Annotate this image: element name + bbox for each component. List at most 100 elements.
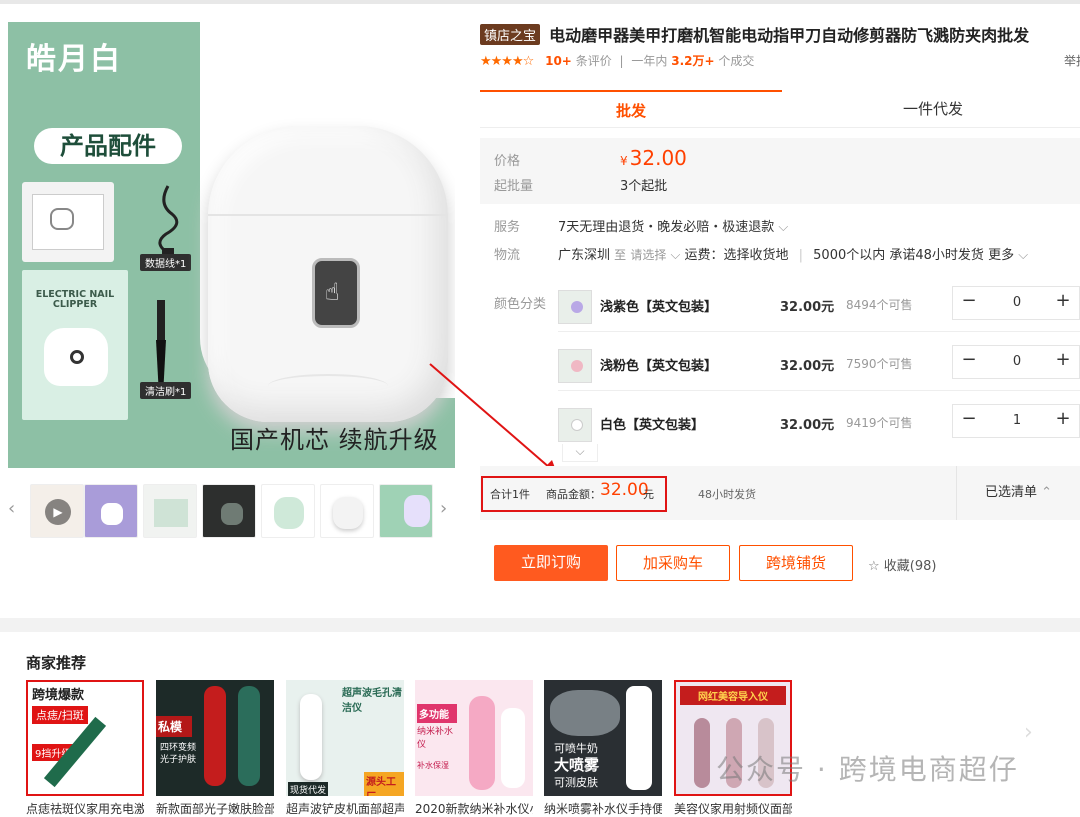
thumbnail[interactable]: [379, 484, 433, 538]
sku-price: 32.00元: [780, 418, 835, 433]
thumbnail[interactable]: [261, 484, 315, 538]
shipping-promise: 5000个以内 承诺48小时发货: [813, 248, 984, 263]
quantity-stepper: − 0 +: [952, 345, 1080, 379]
favorite-button[interactable]: ☆ 收藏(98): [868, 555, 936, 574]
logistics-row: 广东深圳 至 请选择 ⌵ 运费：选择收货地 | 5000个以内 承诺48小时发货…: [558, 248, 1029, 263]
sku-stock: 7590个可售: [846, 357, 913, 371]
recommend-item[interactable]: 私模 四环变频 光子护肤 新款面部光子嫩肤脸部: [156, 680, 274, 816]
section-divider: [0, 618, 1080, 632]
quantity-input[interactable]: 0: [993, 354, 1041, 369]
store-badge: 镇店之宝: [480, 23, 541, 45]
thumbnail-strip: ‹ ▶ ›: [8, 484, 455, 538]
recommend-caption: 美容仪家用射频仪面部: [674, 802, 792, 816]
thumbnail-video[interactable]: ▶: [30, 484, 84, 538]
thumbnail[interactable]: [143, 484, 197, 538]
sku-label: 颜色分类: [494, 297, 547, 312]
purchase-tabs: 批发 一件代发: [480, 90, 1080, 128]
order-now-button[interactable]: 立即订购: [494, 545, 608, 581]
sku-price: 32.00元: [780, 359, 835, 374]
recommend-item[interactable]: 网红美容导入仪 美容仪家用射频仪面部: [674, 680, 792, 816]
sold-prefix: 一年内: [631, 54, 668, 68]
tab-wholesale[interactable]: 批发: [480, 90, 782, 128]
recommend-item[interactable]: 跨境爆款 点痣/扫斑 9挡升级 点痣祛斑仪家用充电激: [26, 680, 144, 816]
recommend-caption: 点痣祛斑仪家用充电激: [26, 802, 144, 816]
moq-label: 起批量: [494, 179, 534, 194]
star-outline-icon: ☆: [868, 559, 880, 574]
recommend-item[interactable]: 可喷牛奶 大喷雾 可测皮肤 纳米喷雾补水仪手持便: [544, 680, 662, 816]
selected-list-button[interactable]: 已选清单 ⌃: [956, 466, 1080, 520]
highlight-box: [481, 476, 667, 512]
sold-suffix: 个成交: [718, 54, 755, 68]
report-link[interactable]: 举报: [1064, 52, 1080, 69]
minus-button[interactable]: −: [955, 349, 983, 370]
ship-time: 48小时发货: [698, 488, 756, 501]
thumbnail[interactable]: [202, 484, 256, 538]
sold-count: 3.2万+: [671, 54, 715, 68]
recommend-item[interactable]: 超声波毛孔清洁仪 源头工厂 现货代发 超声波铲皮机面部超声: [286, 680, 404, 816]
cable-label: 数据线*1: [140, 254, 192, 271]
main-product-image[interactable]: 皓月白 产品配件 数据线*1 ELECTRIC NAIL CLIPPER 清洁刷…: [8, 22, 455, 468]
divider: [558, 331, 1080, 332]
plus-button[interactable]: +: [1049, 349, 1077, 370]
recommend-image: 私模 四环变频 光子护肤: [156, 680, 274, 796]
thumbnail[interactable]: [320, 484, 374, 538]
logistics-label: 物流: [494, 248, 521, 263]
quantity-stepper: − 0 +: [952, 286, 1080, 320]
shipping-fee: 运费：选择收货地: [684, 248, 789, 263]
thumbnail[interactable]: [84, 484, 138, 538]
expand-more-button[interactable]: ⌵: [562, 444, 598, 462]
origin: 广东深圳: [558, 248, 611, 263]
recommend-caption: 2020新款纳米补水仪小: [415, 802, 533, 816]
moq-value: 3个起批: [620, 179, 668, 194]
divider: [558, 390, 1080, 391]
sku-thumbnail[interactable]: [558, 349, 592, 383]
price-panel: 价格 ¥32.00 起批量 3个起批: [480, 138, 1080, 204]
plus-button[interactable]: +: [1049, 290, 1077, 311]
brand-name: 皓月白: [26, 42, 122, 77]
product-title-row: 镇店之宝 电动磨甲器美甲打磨机智能电动指甲刀自动修剪器防飞溅防夹肉批发: [480, 22, 1029, 46]
sku-price: 32.00元: [780, 300, 835, 315]
recommend-caption: 纳米喷雾补水仪手持便: [544, 802, 662, 816]
chevron-left-icon[interactable]: ‹: [8, 498, 15, 519]
tab-dropship[interactable]: 一件代发: [782, 90, 1080, 128]
recommend-title: 商家推荐: [26, 654, 87, 672]
more-link[interactable]: 更多: [988, 248, 1014, 263]
service-value[interactable]: 7天无理由退货・晚发必赔・极速退款 ⌵: [558, 216, 788, 235]
nail-clipper-device: ☝: [208, 126, 448, 422]
chevron-right-icon[interactable]: ›: [440, 498, 447, 519]
sku-name: 浅粉色【英文包装】: [600, 359, 718, 374]
recommend-caption: 新款面部光子嫩肤脸部: [156, 802, 274, 816]
service-label: 服务: [494, 220, 521, 235]
quantity-stepper: − 1 +: [952, 404, 1080, 438]
minus-button[interactable]: −: [955, 408, 983, 429]
image-slogan: 国产机芯 续航升级: [230, 426, 439, 454]
play-icon: ▶: [45, 499, 71, 525]
destination-select[interactable]: 请选择: [630, 248, 666, 262]
watermark: 公众号 · 跨境电商超仔: [716, 753, 1019, 786]
service-row: 服务: [494, 216, 520, 235]
sku-thumbnail[interactable]: [558, 408, 592, 442]
chevron-down-icon: ⌵: [1018, 248, 1029, 263]
recommend-image: 多功能 纳米补水仪 补水保湿: [415, 680, 533, 796]
recommend-image: 可喷牛奶 大喷雾 可测皮肤: [544, 680, 662, 796]
sku-thumbnail[interactable]: [558, 290, 592, 324]
quantity-input[interactable]: 1: [993, 413, 1041, 428]
recommend-caption: 超声波铲皮机面部超声: [286, 802, 404, 816]
minus-button[interactable]: −: [955, 290, 983, 311]
rating-row: ★★★★☆ 10+ 条评价 | 一年内 3.2万+ 个成交: [480, 54, 755, 69]
chevron-down-icon: ⌵: [670, 248, 681, 263]
manual-card: [22, 182, 114, 262]
recommend-item[interactable]: 多功能 纳米补水仪 补水保湿 2020新款纳米补水仪小: [415, 680, 533, 816]
cable-icon: [158, 185, 179, 262]
top-divider: [0, 0, 1080, 4]
sku-name: 浅紫色【英文包装】: [600, 300, 718, 315]
reviews-count[interactable]: 10+: [545, 54, 572, 68]
add-to-cart-button[interactable]: 加采购车: [616, 545, 730, 581]
plus-button[interactable]: +: [1049, 408, 1077, 429]
accessories-title: 产品配件: [34, 128, 182, 164]
clipper-card: ELECTRIC NAIL CLIPPER: [22, 270, 128, 420]
cross-border-button[interactable]: 跨境铺货: [739, 545, 853, 581]
recommend-image: 超声波毛孔清洁仪 源头工厂 现货代发: [286, 680, 404, 796]
chevron-right-icon[interactable]: ›: [1024, 720, 1033, 745]
quantity-input[interactable]: 0: [993, 295, 1041, 310]
